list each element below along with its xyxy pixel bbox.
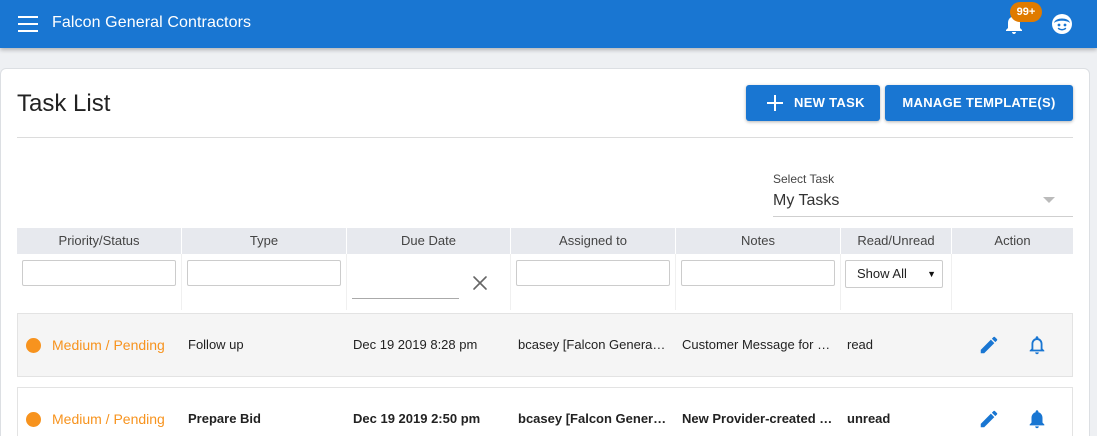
title-divider (17, 137, 1073, 138)
filter-cell (511, 254, 676, 310)
new-task-label: NEW TASK (794, 95, 865, 110)
notes-filter-input[interactable] (681, 260, 835, 286)
notification-badge: 99+ (1010, 2, 1042, 22)
priority-filter-input[interactable] (22, 260, 176, 286)
table-header: Priority/Status Type Due Date Assigned t… (17, 228, 1073, 254)
task-due-date: Dec 19 2019 8:28 pm (353, 337, 478, 352)
assigned-to-filter-input[interactable] (516, 260, 670, 286)
priority-dot (26, 412, 41, 427)
type-filter-input[interactable] (187, 260, 341, 286)
page-title: Task List (17, 90, 111, 117)
task-read-status: read (847, 337, 874, 352)
pencil-icon[interactable] (978, 408, 1000, 430)
column-header-action: Action (994, 233, 1031, 248)
filter-cell (17, 254, 182, 310)
column-header-notes[interactable]: Notes (676, 228, 841, 254)
read-unread-filter-select[interactable]: Show All ▼ (845, 260, 943, 288)
table-row[interactable]: Medium / Pending Follow up Dec 19 2019 8… (17, 313, 1073, 377)
priority-status: Medium / Pending (52, 337, 165, 353)
select-task-dropdown[interactable]: My Tasks (773, 192, 839, 210)
filter-cell: Show All ▼ (841, 254, 952, 310)
due-date-filter-input[interactable] (352, 298, 459, 299)
caret-down-icon: ▼ (927, 269, 936, 279)
bell-outline-icon[interactable] (1026, 334, 1048, 356)
close-icon[interactable] (472, 275, 488, 291)
filter-cell (182, 254, 347, 310)
task-read-status: unread (847, 411, 891, 426)
new-task-button[interactable]: NEW TASK (746, 85, 880, 121)
menu-icon[interactable] (18, 16, 38, 32)
filter-row: Show All ▼ (17, 254, 1073, 310)
task-notes: New Provider-created Service Request (682, 411, 838, 426)
manage-templates-button[interactable]: MANAGE TEMPLATE(S) (885, 85, 1073, 121)
column-header-type[interactable]: Type (182, 228, 347, 254)
select-task-label: Select Task (773, 172, 835, 186)
bell-icon[interactable] (1026, 408, 1048, 430)
column-header-assigned-to[interactable]: Assigned to (511, 228, 676, 254)
priority-dot (26, 338, 41, 353)
column-header-read-unread[interactable]: Read/Unread (841, 228, 952, 254)
pencil-icon[interactable] (978, 334, 1000, 356)
filter-cell (676, 254, 841, 310)
dropdown-arrow-icon[interactable] (1043, 197, 1055, 203)
task-assigned-to: bcasey [Falcon General Contractors] (518, 337, 668, 352)
read-filter-value: Show All (857, 266, 907, 281)
priority-status: Medium / Pending (52, 411, 165, 427)
task-assigned-to: bcasey [Falcon General Contractors] (518, 411, 668, 426)
table-row[interactable]: Medium / Pending Prepare Bid Dec 19 2019… (17, 387, 1073, 436)
account-face-icon[interactable] (1050, 12, 1074, 36)
select-task-underline (773, 216, 1073, 217)
task-type: Prepare Bid (188, 411, 261, 426)
task-due-date: Dec 19 2019 2:50 pm (353, 411, 481, 426)
app-title: Falcon General Contractors (52, 14, 252, 31)
app-bar: Falcon General Contractors 99+ (0, 0, 1097, 48)
column-header-priority[interactable]: Priority/Status (17, 228, 182, 254)
plus-icon (767, 95, 783, 111)
column-header-due-date[interactable]: Due Date (347, 228, 511, 254)
task-notes: Customer Message for Service Request (682, 337, 838, 352)
filter-cell (952, 254, 1073, 310)
filter-cell (347, 254, 511, 310)
task-type: Follow up (188, 337, 244, 352)
